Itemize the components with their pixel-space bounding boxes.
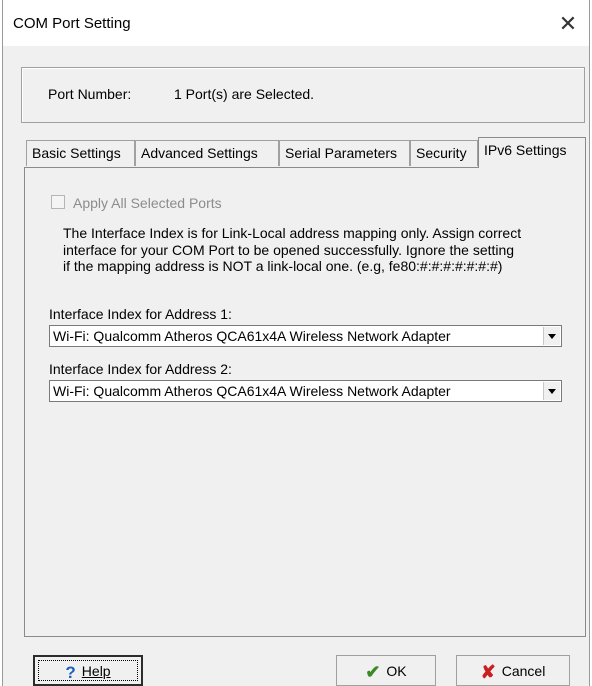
address1-interface-select[interactable]: Wi-Fi: Qualcomm Atheros QCA61x4A Wireles… bbox=[49, 325, 562, 347]
tab-basic-settings[interactable]: Basic Settings bbox=[26, 140, 135, 166]
address2-label: Interface Index for Address 2: bbox=[49, 361, 232, 377]
apply-all-ports-label: Apply All Selected Ports bbox=[73, 195, 222, 211]
checkbox-box[interactable] bbox=[51, 195, 65, 209]
interface-index-description: The Interface Index is for Link-Local ad… bbox=[63, 225, 583, 275]
x-icon: ✘ bbox=[480, 662, 496, 682]
chevron-down-icon[interactable] bbox=[543, 327, 560, 345]
port-number-group: Port Number: 1 Port(s) are Selected. bbox=[21, 67, 585, 123]
chevron-down-icon[interactable] bbox=[543, 382, 560, 400]
ok-button[interactable]: ✔ OK bbox=[336, 655, 436, 686]
cancel-button[interactable]: ✘ Cancel bbox=[456, 655, 570, 686]
tab-security[interactable]: Security bbox=[410, 140, 478, 166]
description-line: interface for your COM Port to be opened… bbox=[63, 241, 515, 258]
ok-button-label: OK bbox=[386, 663, 407, 679]
apply-all-ports-checkbox[interactable]: Apply All Selected Ports bbox=[51, 195, 222, 211]
description-line: The Interface Index is for Link-Local ad… bbox=[63, 225, 522, 241]
checkmark-icon: ✔ bbox=[365, 662, 381, 682]
description-line: if the mapping address is NOT a link-loc… bbox=[63, 258, 503, 274]
tab-serial-parameters[interactable]: Serial Parameters bbox=[279, 140, 410, 166]
address2-interface-select[interactable]: Wi-Fi: Qualcomm Atheros QCA61x4A Wireles… bbox=[49, 380, 562, 402]
cancel-button-label: Cancel bbox=[501, 663, 546, 679]
title-bar: COM Port Setting ✕ bbox=[3, 0, 589, 46]
window-title: COM Port Setting bbox=[13, 15, 131, 32]
help-icon: ? bbox=[65, 663, 76, 682]
help-button[interactable]: ? Help bbox=[33, 655, 143, 686]
tab-advanced-settings[interactable]: Advanced Settings bbox=[135, 140, 279, 166]
address1-selected-value: Wi-Fi: Qualcomm Atheros QCA61x4A Wireles… bbox=[53, 328, 451, 344]
port-number-value: 1 Port(s) are Selected. bbox=[174, 86, 315, 102]
help-button-label: Help bbox=[81, 663, 111, 679]
ipv6-settings-panel: Apply All Selected Ports The Interface I… bbox=[24, 167, 586, 637]
close-icon[interactable]: ✕ bbox=[553, 9, 583, 39]
address1-label: Interface Index for Address 1: bbox=[49, 306, 232, 322]
address2-selected-value: Wi-Fi: Qualcomm Atheros QCA61x4A Wireles… bbox=[53, 383, 451, 399]
port-number-label: Port Number: bbox=[48, 86, 132, 102]
tab-ipv6-settings[interactable]: IPv6 Settings bbox=[478, 137, 586, 168]
